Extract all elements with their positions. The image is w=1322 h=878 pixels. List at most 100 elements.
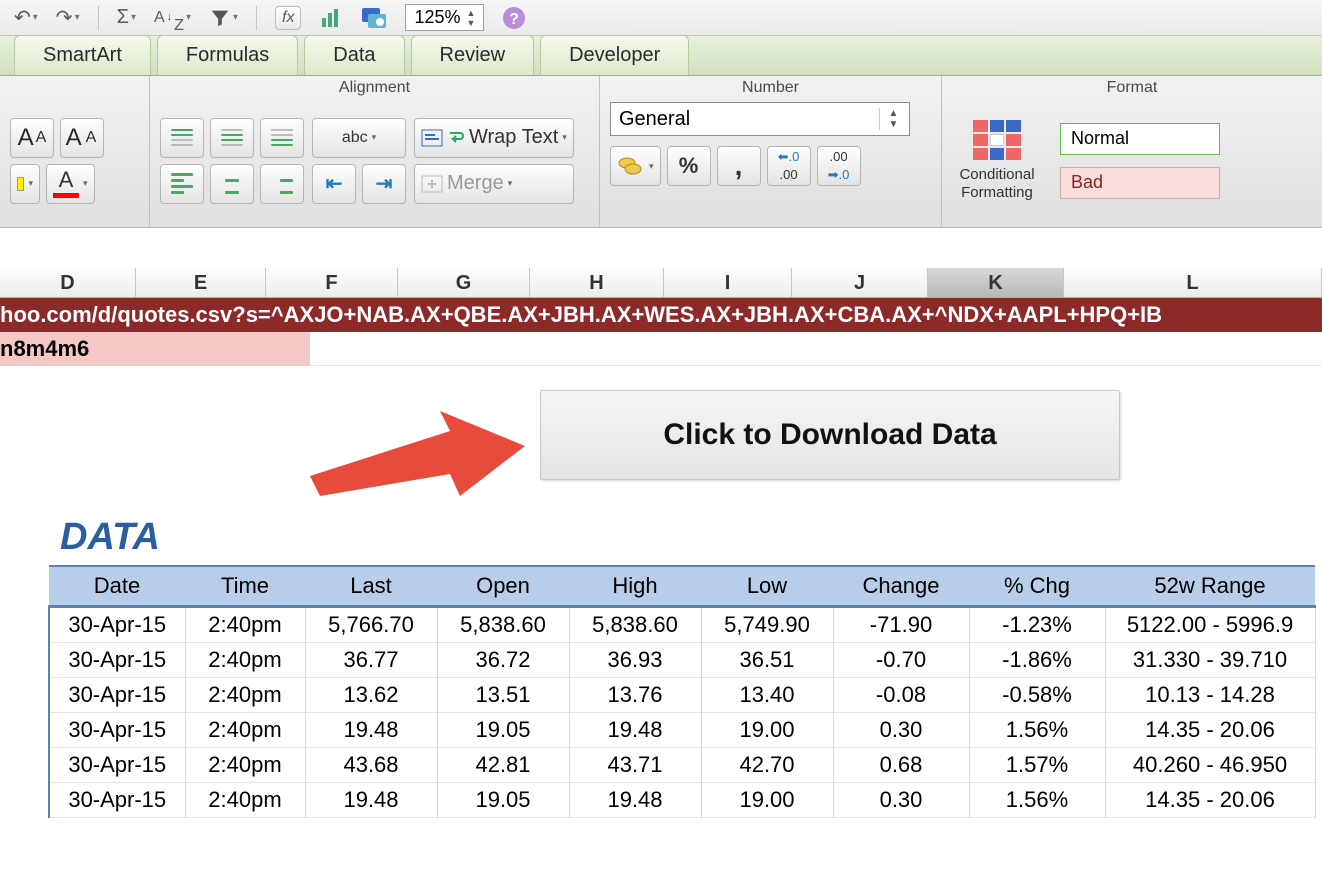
- cell[interactable]: 0.68: [833, 748, 969, 783]
- column-header-G[interactable]: G: [398, 268, 530, 297]
- table-row[interactable]: 30-Apr-152:40pm19.4819.0519.4819.000.301…: [49, 783, 1315, 818]
- table-row[interactable]: 30-Apr-152:40pm13.6213.5113.7613.40-0.08…: [49, 678, 1315, 713]
- percent-button[interactable]: %: [667, 146, 711, 186]
- tab-formulas[interactable]: Formulas: [157, 35, 298, 75]
- cell[interactable]: 2:40pm: [185, 643, 305, 678]
- cell[interactable]: 5,749.90: [701, 607, 833, 643]
- cell[interactable]: 1.56%: [969, 783, 1105, 818]
- wrap-text-button[interactable]: Wrap Text▾: [414, 118, 574, 158]
- col-header--chg[interactable]: % Chg: [969, 566, 1105, 607]
- cell[interactable]: 1.56%: [969, 713, 1105, 748]
- tab-smartart[interactable]: SmartArt: [14, 35, 151, 75]
- cell[interactable]: 36.77: [305, 643, 437, 678]
- cell[interactable]: 19.05: [437, 713, 569, 748]
- cell[interactable]: 30-Apr-15: [49, 643, 185, 678]
- cell[interactable]: -0.70: [833, 643, 969, 678]
- table-row[interactable]: 30-Apr-152:40pm19.4819.0519.4819.000.301…: [49, 713, 1315, 748]
- decrease-indent-button[interactable]: ⇤: [312, 164, 356, 204]
- autosum-icon[interactable]: Σ▾: [117, 6, 136, 29]
- cell[interactable]: 36.93: [569, 643, 701, 678]
- increase-decimal-button[interactable]: ⬅.0.00: [767, 146, 811, 186]
- style-normal[interactable]: Normal: [1060, 123, 1220, 155]
- col-header-high[interactable]: High: [569, 566, 701, 607]
- col-header-52w-range[interactable]: 52w Range: [1105, 566, 1315, 607]
- align-left-button[interactable]: [160, 164, 204, 204]
- url-cell-line1[interactable]: hoo.com/d/quotes.csv?s=^AXJO+NAB.AX+QBE.…: [0, 298, 1322, 332]
- tab-developer[interactable]: Developer: [540, 35, 689, 75]
- url-cell-line2[interactable]: n8m4m6: [0, 332, 310, 366]
- cell[interactable]: -0.58%: [969, 678, 1105, 713]
- conditional-formatting-button[interactable]: Conditional Formatting: [952, 166, 1042, 202]
- align-bottom-button[interactable]: [260, 118, 304, 158]
- col-header-time[interactable]: Time: [185, 566, 305, 607]
- cell[interactable]: 30-Apr-15: [49, 678, 185, 713]
- cell[interactable]: 42.70: [701, 748, 833, 783]
- cell[interactable]: 19.48: [305, 713, 437, 748]
- increase-font-button[interactable]: AA: [10, 118, 54, 158]
- column-header-I[interactable]: I: [664, 268, 792, 297]
- decrease-font-button[interactable]: AA: [60, 118, 104, 158]
- font-color-button[interactable]: A▾: [46, 164, 95, 204]
- fill-color-button[interactable]: ▾: [10, 164, 40, 204]
- cell[interactable]: 36.51: [701, 643, 833, 678]
- table-row[interactable]: 30-Apr-152:40pm5,766.705,838.605,838.605…: [49, 607, 1315, 643]
- cell[interactable]: 19.00: [701, 713, 833, 748]
- cell[interactable]: 30-Apr-15: [49, 783, 185, 818]
- cell[interactable]: 13.62: [305, 678, 437, 713]
- tab-data[interactable]: Data: [304, 35, 404, 75]
- cell[interactable]: 19.00: [701, 783, 833, 818]
- cell[interactable]: 2:40pm: [185, 678, 305, 713]
- cell[interactable]: 30-Apr-15: [49, 713, 185, 748]
- currency-button[interactable]: ▾: [610, 146, 661, 186]
- cell[interactable]: 5,766.70: [305, 607, 437, 643]
- cell[interactable]: -1.86%: [969, 643, 1105, 678]
- col-header-open[interactable]: Open: [437, 566, 569, 607]
- cell[interactable]: 14.35 - 20.06: [1105, 713, 1315, 748]
- cell[interactable]: 2:40pm: [185, 783, 305, 818]
- cell[interactable]: -1.23%: [969, 607, 1105, 643]
- cell[interactable]: 13.76: [569, 678, 701, 713]
- column-header-F[interactable]: F: [266, 268, 398, 297]
- undo-dropdown-icon[interactable]: ↶▾: [14, 5, 38, 30]
- media-icon[interactable]: [361, 6, 387, 30]
- cell[interactable]: 14.35 - 20.06: [1105, 783, 1315, 818]
- cell[interactable]: 42.81: [437, 748, 569, 783]
- column-header-J[interactable]: J: [792, 268, 928, 297]
- orientation-button[interactable]: abc▾: [312, 118, 406, 158]
- cell[interactable]: -0.08: [833, 678, 969, 713]
- cell[interactable]: -71.90: [833, 607, 969, 643]
- fx-icon[interactable]: fx: [275, 6, 301, 30]
- cell[interactable]: 2:40pm: [185, 607, 305, 643]
- column-header-E[interactable]: E: [136, 268, 266, 297]
- zoom-input[interactable]: 125% ▲▼: [405, 4, 484, 31]
- chart-icon[interactable]: [319, 6, 343, 30]
- column-header-L[interactable]: L: [1064, 268, 1322, 297]
- decrease-decimal-button[interactable]: .00➡.0: [817, 146, 861, 186]
- download-data-button[interactable]: Click to Download Data: [540, 390, 1120, 480]
- align-top-button[interactable]: [160, 118, 204, 158]
- cell[interactable]: 43.68: [305, 748, 437, 783]
- table-row[interactable]: 30-Apr-152:40pm36.7736.7236.9336.51-0.70…: [49, 643, 1315, 678]
- cell[interactable]: 5122.00 - 5996.9: [1105, 607, 1315, 643]
- col-header-date[interactable]: Date: [49, 566, 185, 607]
- cell[interactable]: 0.30: [833, 783, 969, 818]
- increase-indent-button[interactable]: ⇥: [362, 164, 406, 204]
- cell[interactable]: 2:40pm: [185, 713, 305, 748]
- cell[interactable]: 0.30: [833, 713, 969, 748]
- column-header-D[interactable]: D: [0, 268, 136, 297]
- cell[interactable]: 19.48: [305, 783, 437, 818]
- cell[interactable]: 36.72: [437, 643, 569, 678]
- cell[interactable]: 2:40pm: [185, 748, 305, 783]
- align-right-button[interactable]: [260, 164, 304, 204]
- cell[interactable]: 1.57%: [969, 748, 1105, 783]
- cell[interactable]: 19.48: [569, 783, 701, 818]
- style-bad[interactable]: Bad: [1060, 167, 1220, 199]
- cell[interactable]: 43.71: [569, 748, 701, 783]
- help-icon[interactable]: ?: [502, 6, 526, 30]
- cell[interactable]: 30-Apr-15: [49, 748, 185, 783]
- cell[interactable]: 30-Apr-15: [49, 607, 185, 643]
- column-header-K[interactable]: K: [928, 268, 1064, 297]
- cell[interactable]: 10.13 - 14.28: [1105, 678, 1315, 713]
- col-header-low[interactable]: Low: [701, 566, 833, 607]
- filter-icon[interactable]: ▾: [209, 7, 238, 29]
